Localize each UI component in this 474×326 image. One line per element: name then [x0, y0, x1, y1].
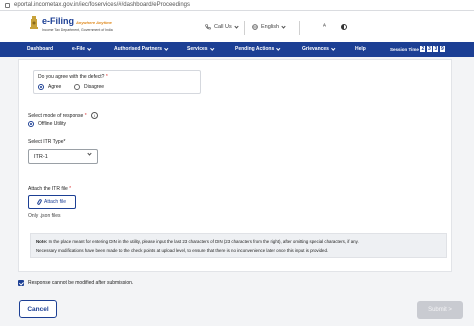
- nav-label: e-File: [72, 46, 86, 52]
- browser-url-bar[interactable]: eportal.incometax.gov.in/iec/foservices/…: [0, 0, 474, 11]
- logo-title-text: e-Filing: [42, 16, 74, 26]
- note-text-1: In the place meant for entering DIN in t…: [47, 239, 359, 244]
- submit-button[interactable]: Submit >: [417, 301, 463, 319]
- radio-unchecked-icon: [74, 84, 80, 90]
- chevron-down-icon: [210, 46, 214, 50]
- session-digit: 9: [439, 46, 445, 52]
- required-mark: *: [105, 74, 108, 80]
- chevron-down-icon: [164, 46, 169, 50]
- note-line-2: Necessary modifications have been made t…: [36, 248, 329, 253]
- url-text[interactable]: eportal.incometax.gov.in/iec/foservices/…: [14, 2, 190, 8]
- language-selector[interactable]: English: [252, 23, 286, 30]
- session-digit: 3: [426, 46, 432, 52]
- mode-label-text: Select mode of response: [28, 112, 84, 119]
- attach-hint: Only .json files: [28, 213, 61, 219]
- chevron-down-icon: [281, 23, 286, 29]
- agree-radio[interactable]: Agree: [38, 84, 61, 90]
- cancel-button[interactable]: Cancel: [19, 300, 57, 318]
- nav-authorised-partners[interactable]: Authorised Partners: [114, 46, 169, 52]
- agree-label: Agree: [48, 84, 62, 90]
- chevron-down-icon: [331, 46, 335, 50]
- chevron-down-icon: [234, 23, 239, 29]
- disagree-radio[interactable]: Disagree: [74, 84, 104, 90]
- nav-e-file[interactable]: e-File: [72, 46, 92, 52]
- note-box: Note: In the place meant for entering DI…: [30, 233, 447, 258]
- call-us-link[interactable]: Call Us: [205, 23, 239, 30]
- attach-label-text: Attach the ITR file: [28, 186, 68, 192]
- language-label: English: [261, 24, 280, 30]
- offline-utility-label: Offline Utility: [38, 121, 66, 127]
- defect-question-box: Do you agree with the defect? * Agree Di…: [33, 70, 201, 94]
- emblem-icon: [29, 14, 39, 34]
- session-digit: 3: [433, 46, 439, 52]
- defect-question-text: Do you agree with the defect?: [38, 74, 105, 80]
- note-label: Note:: [36, 239, 48, 244]
- session-timer: Session Time 2 3 3 9: [390, 46, 445, 52]
- itr-type-value: ITR-1: [34, 154, 48, 160]
- nav-label: Services: [187, 46, 208, 52]
- radio-checked-icon: [38, 84, 44, 90]
- text-size-button[interactable]: ᴬ: [323, 24, 326, 30]
- nav-label: Grievances: [302, 46, 329, 52]
- disagree-label: Disagree: [84, 84, 105, 90]
- nav-pending-actions[interactable]: Pending Actions: [235, 46, 281, 52]
- checkbox-checked-icon[interactable]: [18, 280, 24, 286]
- main-navbar: Dashboard e-File Authorised Partners Ser…: [0, 42, 474, 57]
- attach-file-button[interactable]: Attach file: [28, 195, 76, 209]
- required-mark: *: [69, 186, 72, 192]
- itr-type-label: Select ITR Type*: [28, 139, 66, 145]
- nav-services[interactable]: Services: [187, 46, 214, 52]
- nav-label: Dashboard: [27, 46, 54, 52]
- nav-grievances[interactable]: Grievances: [302, 46, 335, 52]
- site-header: e-Filing Anywhere Anytime Income Tax Depa…: [0, 11, 474, 42]
- defect-question: Do you agree with the defect? *: [38, 74, 108, 80]
- paperclip-icon: [36, 198, 43, 206]
- header-divider: [244, 21, 245, 35]
- logo-title[interactable]: e-Filing Anywhere Anytime: [42, 16, 112, 26]
- nav-label: Authorised Partners: [114, 46, 163, 52]
- confirm-checkbox-row[interactable]: Response cannot be modified after submis…: [18, 280, 133, 286]
- note-line-1: Note: In the place meant for entering DI…: [36, 239, 359, 244]
- mode-of-response-label: Select mode of response * i: [28, 112, 99, 119]
- session-digit: 2: [420, 46, 426, 52]
- logo-tagline: Anywhere Anytime: [76, 20, 112, 25]
- text-size-icon: ᴬ: [323, 24, 326, 30]
- offline-utility-radio[interactable]: Offline Utility: [28, 121, 66, 127]
- chevron-down-icon: [87, 151, 92, 156]
- nav-dashboard[interactable]: Dashboard: [27, 46, 53, 52]
- globe-icon: [252, 24, 258, 30]
- attach-itr-label: Attach the ITR file *: [28, 186, 71, 192]
- phone-icon: [205, 24, 211, 30]
- attach-button-label: Attach file: [44, 199, 66, 205]
- info-icon[interactable]: i: [91, 112, 99, 119]
- lock-icon: [5, 2, 10, 8]
- nav-help[interactable]: Help: [355, 46, 366, 52]
- chevron-down-icon: [276, 46, 281, 50]
- required-mark: *: [84, 112, 87, 119]
- contrast-icon: [341, 24, 347, 30]
- nav-label: Help: [355, 46, 366, 52]
- itr-type-select[interactable]: ITR-1: [28, 149, 98, 164]
- chevron-down-icon: [87, 46, 92, 50]
- confirm-label: Response cannot be modified after submis…: [28, 280, 134, 286]
- radio-checked-icon: [28, 121, 34, 127]
- call-us-label: Call Us: [214, 24, 232, 30]
- session-label: Session Time: [390, 46, 419, 52]
- nav-label: Pending Actions: [235, 46, 275, 52]
- header-divider: [299, 21, 300, 35]
- contrast-toggle[interactable]: [341, 24, 347, 30]
- logo-subtitle: Income Tax Department, Government of Ind…: [42, 28, 113, 32]
